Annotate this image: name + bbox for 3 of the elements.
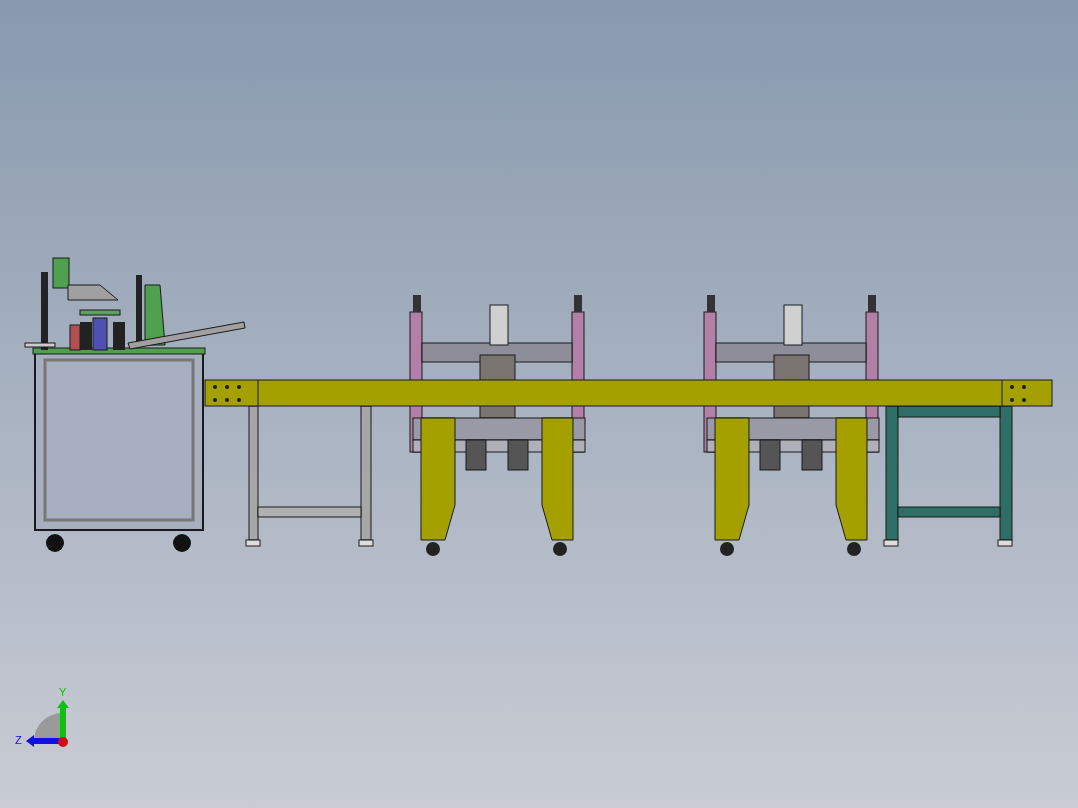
axis-triad-icon	[26, 700, 69, 747]
y-axis-label: Y	[59, 686, 67, 698]
z-axis-label: Z	[15, 734, 22, 746]
